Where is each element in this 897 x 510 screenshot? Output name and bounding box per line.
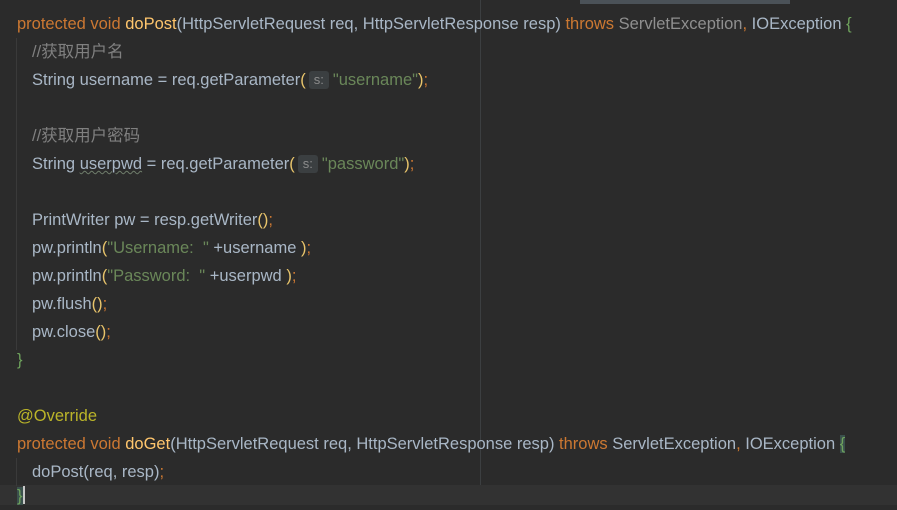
statement: String username = req.getParameter — [32, 71, 301, 89]
code-line-annotation[interactable]: @Override — [0, 402, 97, 430]
semicolon: ; — [106, 323, 111, 341]
keyword: protected void — [17, 15, 126, 33]
comma: , — [742, 15, 752, 33]
paren: ( — [300, 71, 306, 89]
string-literal: "Username: " — [107, 239, 209, 257]
statement: String — [32, 155, 80, 173]
code-editor[interactable]: protected void doPost ( HttpServletRequest… — [0, 0, 897, 505]
code-line-dopost-call[interactable]: doPost(req, resp); — [0, 458, 164, 486]
keyword: protected void — [17, 435, 126, 453]
string-literal: "username" — [332, 71, 418, 89]
parameters: HttpServletRequest req, HttpServletRespo… — [182, 15, 556, 33]
override-annotation: @Override — [17, 407, 98, 425]
open-brace: { — [841, 15, 852, 33]
parameters: HttpServletRequest req, HttpServletRespo… — [175, 435, 549, 453]
exception-type: IOException — [751, 15, 842, 33]
semicolon: ; — [268, 211, 274, 229]
open-brace-highlighted: { — [839, 435, 846, 453]
paren: () — [95, 323, 107, 341]
statement: = req.getParameter — [142, 155, 290, 173]
code-line-printwriter[interactable]: PrintWriter pw = resp.getWriter(); — [0, 206, 273, 234]
comment: //获取用户名 — [32, 43, 124, 61]
statement: pw.println — [32, 239, 102, 257]
paren: ( — [289, 155, 295, 173]
statement: pw.println — [32, 267, 102, 285]
statement: doPost(req, resp) — [32, 463, 160, 481]
code-line-flush[interactable]: pw.flush(); — [0, 290, 107, 318]
expression: +username — [208, 239, 301, 257]
statement: PrintWriter pw = resp.getWriter — [32, 211, 258, 229]
paren: () — [91, 295, 103, 313]
variable-typo-warning: userpwd — [79, 155, 143, 173]
throws-keyword: throws — [554, 435, 613, 453]
code-line-close[interactable]: pw.close(); — [0, 318, 111, 346]
throws-keyword: throws — [560, 15, 619, 33]
parameter-hint: s: — [297, 155, 318, 173]
string-literal: "Password: " — [107, 267, 206, 285]
semicolon: ; — [159, 463, 165, 481]
code-line-comment[interactable]: //获取用户名 — [0, 38, 124, 66]
code-line-userpwd[interactable]: String userpwd = req.getParameter(s: "pas… — [0, 150, 414, 178]
expression: +userpwd — [205, 267, 287, 285]
code-line-username[interactable]: String username = req.getParameter(s: "us… — [0, 66, 428, 94]
paren: () — [257, 211, 269, 229]
semicolon: ; — [291, 267, 297, 285]
code-line-println-password[interactable]: pw.println("Password: " +userpwd ); — [0, 262, 296, 290]
code-line-doget-signature[interactable]: protected void doGet(HttpServletRequest … — [0, 430, 846, 458]
statement: pw.close — [32, 323, 96, 341]
semicolon: ; — [306, 239, 312, 257]
code-line-println-username[interactable]: pw.println("Username: " +username ); — [0, 234, 311, 262]
code-line-dopost-signature[interactable]: protected void doPost(HttpServletRequest… — [0, 10, 852, 38]
exception-type: ServletException — [612, 435, 737, 453]
semicolon: ; — [102, 295, 108, 313]
semicolon: ; — [409, 155, 415, 173]
code-line-comment[interactable]: //获取用户密码 — [0, 122, 140, 150]
code-line-close-brace[interactable]: } — [0, 346, 23, 374]
string-literal: "password" — [321, 155, 405, 173]
parameter-hint: s: — [308, 71, 329, 89]
exception-type: IOException — [745, 435, 836, 453]
scroll-marker — [580, 0, 790, 4]
current-line-highlight — [0, 485, 897, 505]
statement: pw.flush — [32, 295, 92, 313]
code-line-close-brace[interactable]: } — [0, 482, 25, 510]
comment: //获取用户密码 — [32, 127, 141, 145]
method-name: doGet — [125, 435, 171, 453]
exception-type: ServletException — [618, 15, 743, 33]
close-brace: } — [17, 351, 23, 369]
text-caret — [22, 486, 25, 504]
semicolon: ; — [423, 71, 429, 89]
method-name: doPost — [125, 15, 177, 33]
comma: , — [736, 435, 746, 453]
